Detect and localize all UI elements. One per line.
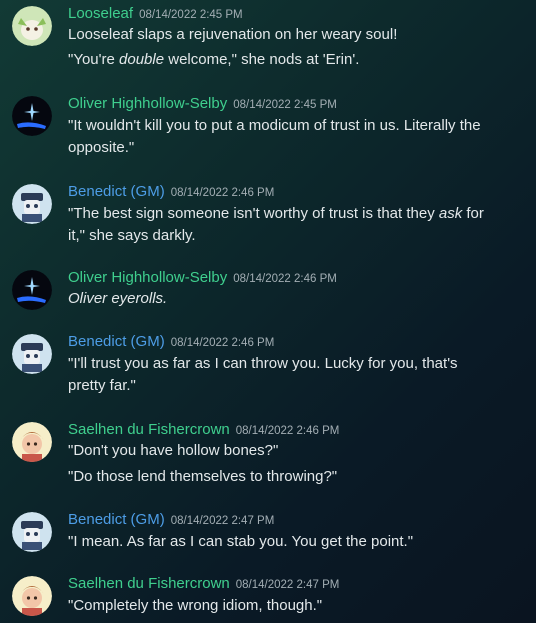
author-name[interactable]: Saelhen du Fishercrown — [68, 421, 230, 438]
author-name[interactable]: Benedict (GM) — [68, 511, 165, 528]
author-name[interactable]: Oliver Highhollow-Selby — [68, 95, 227, 112]
message-text: "The best sign someone isn't worthy of t… — [68, 205, 439, 222]
message-line: Oliver eyerolls. — [68, 288, 488, 310]
message-text: Looseleaf slaps a rejuvenation on her we… — [68, 26, 398, 43]
author-name[interactable]: Saelhen du Fishercrown — [68, 575, 230, 592]
masked-figure-avatar[interactable] — [12, 334, 52, 374]
message-text-italic: double — [119, 51, 165, 68]
message-text: welcome," she nods at 'Erin'. — [164, 51, 360, 68]
author-name[interactable]: Benedict (GM) — [68, 333, 165, 350]
author-name[interactable]: Oliver Highhollow-Selby — [68, 269, 227, 286]
message-line: "The best sign someone isn't worthy of t… — [68, 203, 488, 247]
message-line: "It wouldn't kill you to put a modicum o… — [68, 115, 488, 159]
masked-figure-avatar[interactable] — [12, 184, 52, 224]
author-name[interactable]: Looseleaf — [68, 5, 133, 22]
author-name[interactable]: Benedict (GM) — [68, 183, 165, 200]
message-text: "It wouldn't kill you to put a modicum o… — [68, 117, 481, 156]
leaf-creature-avatar[interactable] — [12, 6, 52, 46]
timestamp: 08/14/2022 2:47 PM — [235, 579, 340, 591]
timestamp: 08/14/2022 2:46 PM — [170, 337, 275, 349]
timestamp: 08/14/2022 2:45 PM — [233, 99, 337, 111]
sparkle-hand-avatar[interactable] — [12, 270, 52, 310]
timestamp: 08/14/2022 2:46 PM — [170, 187, 275, 199]
message-text: "Completely the wrong idiom, though." — [68, 597, 323, 614]
timestamp: 08/14/2022 2:46 PM — [233, 273, 337, 285]
message-line: "Completely the wrong idiom, though." — [68, 595, 488, 617]
timestamp: 08/14/2022 2:46 PM — [235, 425, 340, 437]
message-text: "I mean. As far as I can stab you. You g… — [68, 533, 414, 550]
timestamp: 08/14/2022 2:45 PM — [139, 9, 243, 21]
bird-girl-avatar[interactable] — [12, 576, 52, 616]
message-text: "Don't you have hollow bones?" — [68, 442, 279, 459]
masked-figure-avatar[interactable] — [12, 512, 52, 552]
message-line: "You're double welcome," she nods at 'Er… — [68, 49, 488, 71]
message-line: "I'll trust you as far as I can throw yo… — [68, 353, 488, 397]
bird-girl-avatar[interactable] — [12, 422, 52, 462]
message-text-italic: Oliver eyerolls. — [68, 290, 168, 307]
message-text: "Do those lend themselves to throwing?" — [68, 468, 338, 485]
message-text-italic: ask — [438, 205, 463, 222]
message-line: "Don't you have hollow bones?" — [68, 440, 488, 462]
message-text: "I'll trust you as far as I can throw yo… — [68, 355, 458, 394]
sparkle-hand-avatar[interactable] — [12, 96, 52, 136]
message-line: "I mean. As far as I can stab you. You g… — [68, 531, 488, 553]
timestamp: 08/14/2022 2:47 PM — [170, 515, 275, 527]
message-text: "You're — [68, 51, 120, 68]
message-line: "Do those lend themselves to throwing?" — [68, 466, 488, 488]
message-line: Looseleaf slaps a rejuvenation on her we… — [68, 24, 488, 46]
